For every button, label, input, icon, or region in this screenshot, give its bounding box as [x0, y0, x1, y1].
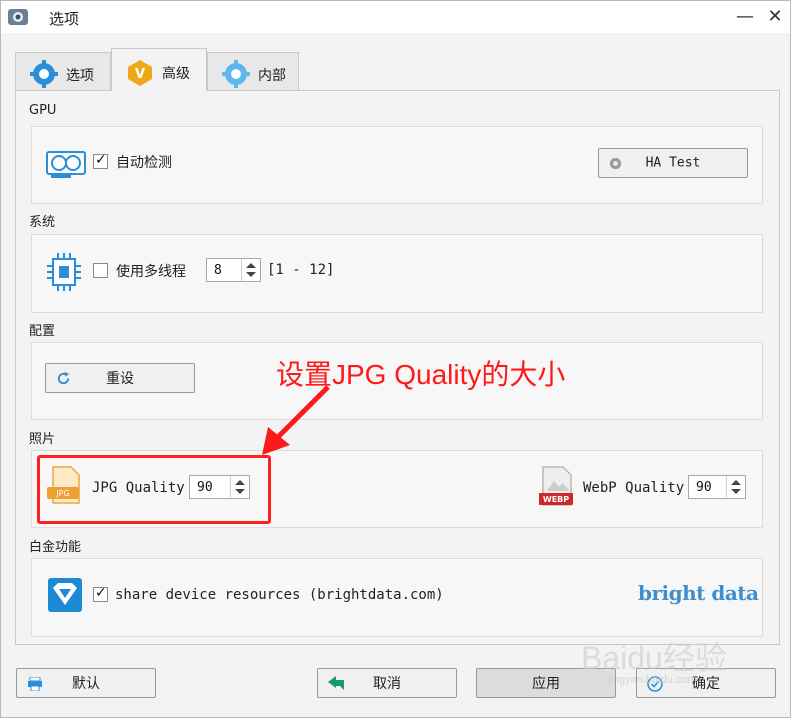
thread-range-label: [1 - 12] [267, 262, 335, 278]
system-section-title: 系统 [29, 215, 56, 230]
tab-advanced-label: 高级 [162, 66, 190, 82]
webp-badge: WEBP [543, 495, 569, 504]
gear-icon [30, 60, 58, 88]
config-section-title: 配置 [29, 324, 56, 339]
auto-detect-checkbox[interactable]: ✓ [93, 152, 108, 169]
v-shield-icon [48, 578, 82, 612]
gpu-section-title: GPU [29, 103, 57, 118]
auto-detect-label: 自动检测 [116, 155, 172, 171]
stepper-down-icon[interactable] [731, 489, 741, 494]
checkmark-icon: ✓ [95, 585, 107, 601]
v-badge-icon: V [128, 60, 152, 86]
gear-icon [222, 60, 250, 88]
webp-quality-value: 90 [696, 480, 712, 495]
stepper-arrows [241, 259, 260, 281]
multithread-checkbox[interactable] [93, 263, 108, 278]
window-title: 选项 [49, 10, 80, 28]
webp-quality-stepper[interactable]: 90 [688, 475, 746, 499]
minimize-button[interactable]: — [731, 5, 759, 29]
highlight-box [37, 455, 271, 524]
svg-text:V: V [135, 67, 145, 82]
cancel-button[interactable]: 取消 [317, 668, 457, 698]
minimize-icon: — [736, 6, 754, 27]
thread-count-value: 8 [214, 263, 222, 278]
tab-options[interactable]: 选项 [15, 52, 111, 90]
default-label: 默认 [72, 676, 100, 692]
options-window: 选项 — ✕ 选项 V 高级 内部 GPU ✓ 自动检测 HA Test 系统 … [0, 0, 791, 718]
share-resources-checkbox[interactable]: ✓ [93, 585, 108, 602]
webp-file-icon: WEBP [539, 466, 573, 506]
stepper-up-icon[interactable] [731, 480, 741, 485]
ha-test-button[interactable]: HA Test [598, 148, 748, 178]
tab-internal[interactable]: 内部 [207, 52, 299, 90]
reset-button[interactable]: 重设 [45, 363, 195, 393]
ha-test-label: HA Test [645, 155, 701, 171]
share-resources-label: share device resources (brightdata.com) [115, 587, 444, 603]
cpu-chip-icon [47, 253, 81, 291]
gpu-group: ✓ 自动检测 HA Test [31, 126, 763, 204]
multithread-label: 使用多线程 [116, 264, 186, 280]
stepper-down-icon[interactable] [246, 272, 256, 277]
stepper-arrows [726, 476, 745, 498]
stepper-up-icon[interactable] [246, 263, 256, 268]
checkmark-icon: ✓ [95, 152, 107, 168]
platinum-section-title: 白金功能 [29, 540, 82, 555]
tab-advanced[interactable]: V 高级 [111, 48, 207, 91]
brightdata-logo[interactable]: bright data [638, 581, 759, 605]
annotation-text: 设置JPG Quality的大小 [276, 359, 566, 390]
default-button[interactable]: 默认 [16, 668, 156, 698]
close-icon: ✕ [767, 6, 783, 27]
title-bar: 选项 — ✕ [1, 1, 790, 33]
tab-internal-label: 内部 [258, 68, 286, 84]
platinum-group: ✓ share device resources (brightdata.com… [31, 558, 763, 637]
annotation-arrow-icon [262, 385, 330, 455]
thread-count-stepper[interactable]: 8 [206, 258, 261, 282]
watermark-logo: Baidu经验 [581, 640, 727, 676]
photo-section-title: 照片 [29, 432, 56, 447]
cancel-label: 取消 [373, 676, 401, 692]
reset-label: 重设 [106, 371, 134, 387]
close-button[interactable]: ✕ [761, 5, 789, 29]
app-icon [8, 9, 28, 25]
watermark-url: jingyan.baidu.com [608, 674, 697, 686]
tab-options-label: 选项 [66, 68, 94, 84]
graphics-card-icon [46, 151, 86, 178]
system-group: 使用多线程 8 [1 - 12] [31, 234, 763, 313]
webp-quality-label: WebP Quality [583, 480, 685, 496]
